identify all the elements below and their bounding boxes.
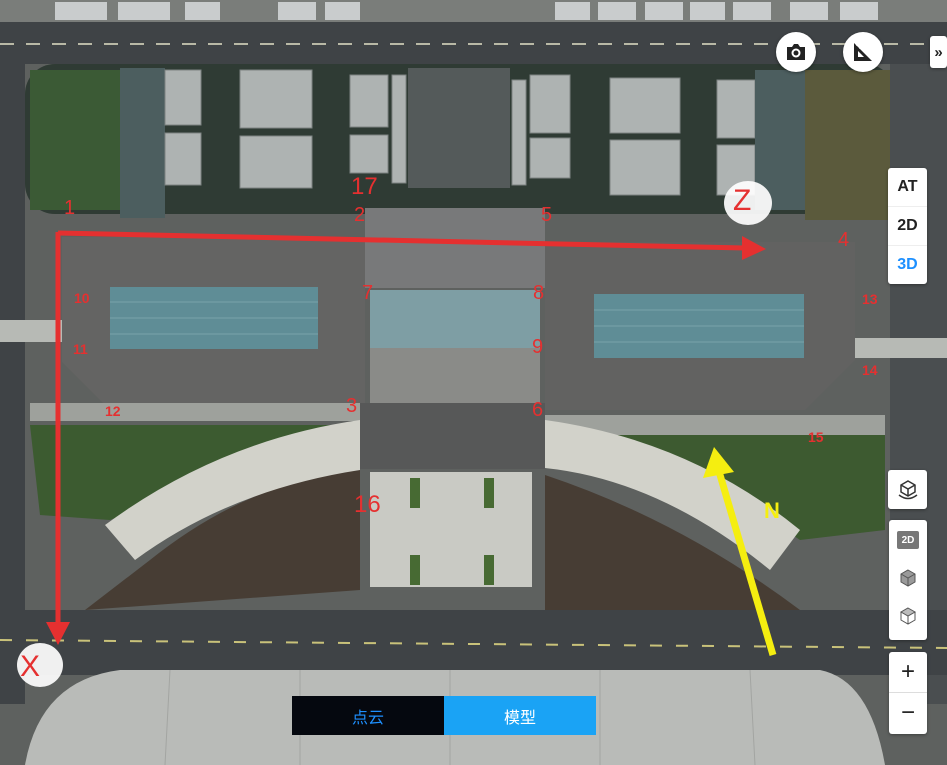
measure-button[interactable] — [843, 32, 883, 72]
view-2d-button[interactable]: 2D — [890, 522, 926, 558]
point-label-11: 11 — [73, 341, 88, 357]
ruler-icon — [854, 43, 872, 61]
point-label-4: 4 — [838, 229, 850, 251]
cube-rotate-icon — [898, 479, 917, 499]
point-label-9: 9 — [532, 336, 544, 358]
view-mode-panel: AT 2D 3D — [888, 168, 927, 284]
cube-top-icon — [899, 607, 917, 625]
north-label: N — [764, 498, 780, 523]
axis-z-label: Z — [733, 184, 752, 217]
point-cloud-tab[interactable]: 点云 — [292, 696, 444, 735]
point-label-15: 15 — [808, 429, 824, 445]
point-label-14: 14 — [862, 362, 878, 378]
point-label-10: 10 — [74, 290, 90, 306]
zoom-panel: + − — [889, 652, 927, 734]
point-label-7: 7 — [362, 282, 374, 304]
zoom-out-button[interactable]: − — [889, 693, 927, 733]
data-type-switch: 点云 模型 — [292, 696, 596, 735]
zoom-in-button[interactable]: + — [889, 652, 927, 693]
camera-icon — [787, 44, 805, 60]
point-label-6: 6 — [532, 399, 544, 421]
point-label-5: 5 — [541, 204, 553, 226]
point-label-12: 12 — [105, 403, 121, 419]
axis-overlay — [17, 181, 777, 687]
view-perspective-button[interactable] — [890, 560, 926, 596]
point-label-2: 2 — [354, 204, 366, 226]
mode-3d-button[interactable]: 3D — [888, 245, 927, 284]
point-label-17: 17 — [351, 173, 378, 200]
expand-panel-button[interactable]: » — [930, 36, 947, 68]
camera-button[interactable] — [776, 32, 816, 72]
model-tab[interactable]: 模型 — [444, 696, 596, 735]
point-label-1: 1 — [64, 197, 76, 219]
axis-x-label: X — [20, 650, 41, 683]
mode-2d-button[interactable]: 2D — [888, 206, 927, 245]
orientation-button[interactable] — [888, 470, 927, 509]
view-2d-icon: 2D — [897, 531, 919, 549]
view-top-button[interactable] — [890, 598, 926, 634]
point-label-3: 3 — [346, 395, 358, 417]
point-label-8: 8 — [533, 282, 545, 304]
point-label-13: 13 — [862, 291, 878, 307]
mode-at-button[interactable]: AT — [888, 168, 927, 206]
point-label-16: 16 — [354, 491, 381, 518]
double-chevron-right-icon: » — [934, 43, 943, 61]
view-angle-panel: 2D — [889, 520, 927, 640]
cube-icon — [900, 569, 916, 587]
